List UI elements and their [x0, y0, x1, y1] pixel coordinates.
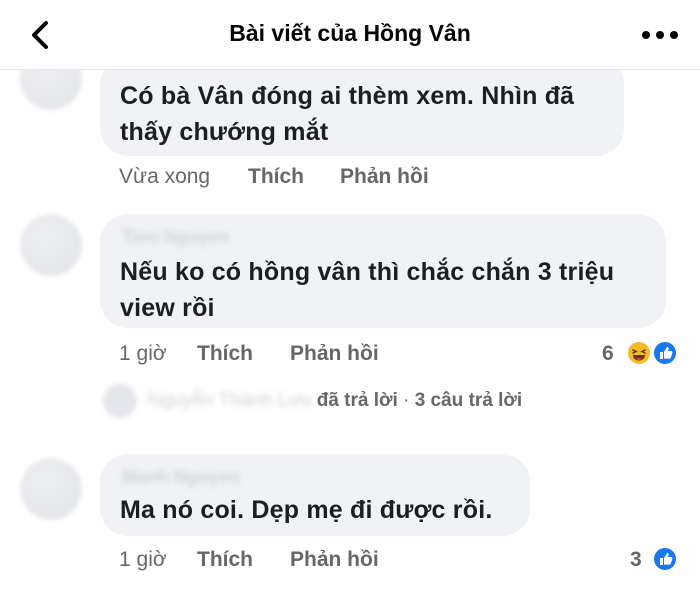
comment-meta: 1 giờ [119, 342, 167, 366]
avatar[interactable] [20, 214, 82, 276]
comment-text-line: Nếu ko có hồng vân thì chắc chắn 3 triệu [120, 258, 615, 286]
reply-link[interactable]: Phản hồi [340, 165, 429, 189]
comment-text-line: thấy chướng mắt [120, 118, 329, 146]
page-title: Bài viết của Hồng Vân [229, 20, 471, 46]
comment-bubble: Manh Nguyen Ma nó coi. Dẹp mẹ đi được rồ… [100, 454, 530, 536]
comment-time: 1 giờ [119, 548, 167, 571]
like-link[interactable]: Thích [197, 342, 253, 366]
comment-text-line: Có bà Vân đóng ai thèm xem. Nhìn đã [120, 82, 575, 110]
haha-icon [626, 340, 652, 366]
comment-author[interactable]: Manh Nguyen [122, 467, 240, 488]
comment-time: 1 giờ [119, 342, 167, 365]
comment-text-line: Ma nó coi. Dẹp mẹ đi được rồi. [120, 496, 493, 524]
comment-meta: 1 giờ [119, 548, 167, 572]
like-link[interactable]: Thích [197, 548, 253, 572]
like-link[interactable]: Thích [248, 165, 304, 189]
reaction-count[interactable]: 3 [630, 548, 642, 572]
like-icon [652, 340, 678, 366]
comment-bubble: Có bà Vân đóng ai thèm xem. Nhìn đã thấy… [100, 56, 624, 156]
reply-author: Nguyễn Thành Lưu [148, 390, 312, 411]
like-icon [652, 546, 678, 572]
comment-time: Vừa xong [119, 165, 211, 188]
comment-bubble: Tien Nguyen Nếu ko có hồng vân thì chắc … [100, 214, 666, 328]
comment-text-line: view rồi [120, 294, 215, 322]
post-comments-page: Bài viết của Hồng Vân Có bà Vân đóng ai … [0, 0, 700, 592]
avatar[interactable] [20, 458, 82, 520]
comment-meta: Vừa xong [119, 165, 210, 189]
reply-avatar[interactable] [103, 384, 137, 418]
comment-author[interactable]: Tien Nguyen [122, 227, 230, 248]
replied-text: đã trả lời [316, 390, 398, 411]
replies-summary[interactable]: Nguyễn Thành Lưu đã trả lời · 3 câu trả … [148, 390, 522, 412]
separator: · [403, 390, 410, 411]
top-bar: Bài viết của Hồng Vân [0, 0, 700, 70]
more-options-icon[interactable] [640, 26, 680, 44]
reply-count: 3 câu trả lời [414, 390, 523, 411]
reply-link[interactable]: Phản hồi [290, 548, 379, 572]
reply-link[interactable]: Phản hồi [290, 342, 379, 366]
reaction-count[interactable]: 6 [602, 342, 614, 366]
